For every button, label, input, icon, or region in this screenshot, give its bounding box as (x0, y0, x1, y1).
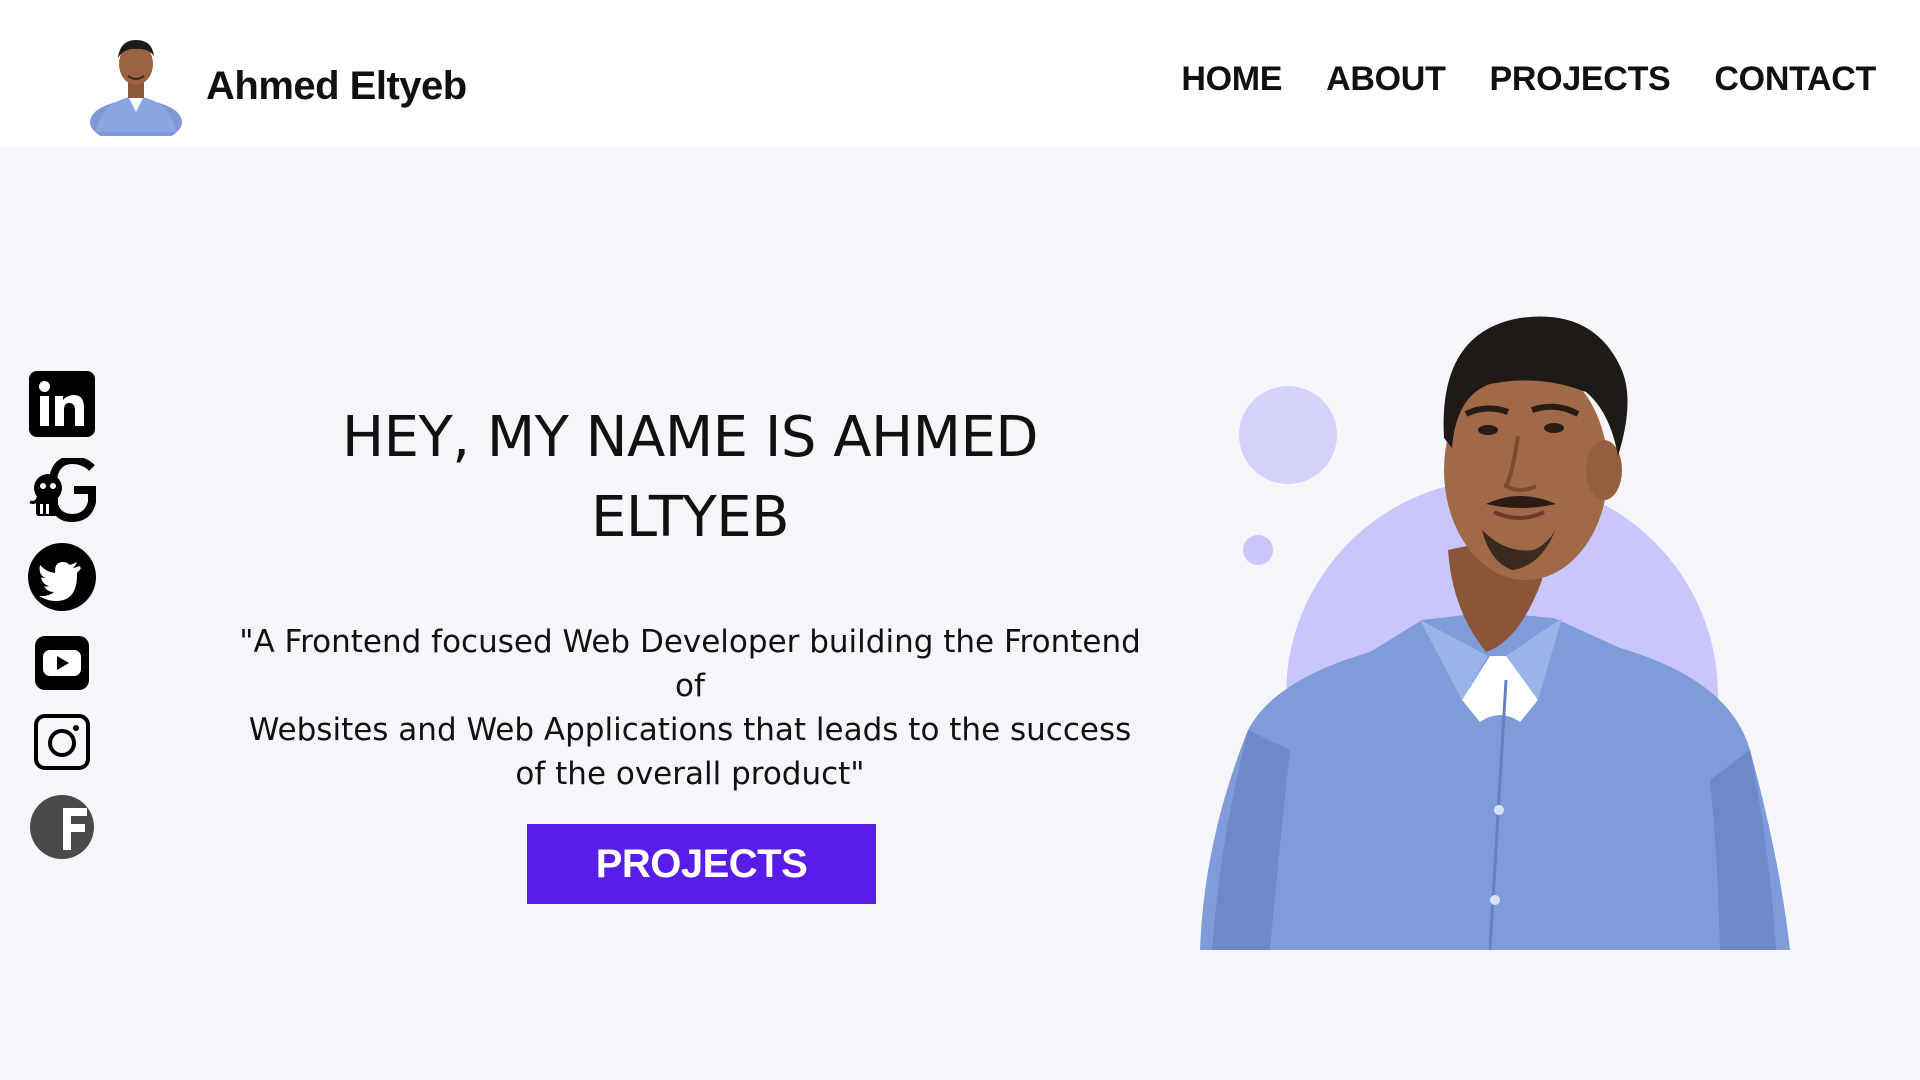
linkedin-link[interactable] (26, 368, 98, 440)
hero-title-line-1: HEY, MY NAME IS AHMED (342, 405, 1038, 470)
twitter-icon (28, 543, 96, 611)
decor-circle-large (1239, 386, 1337, 484)
projects-button[interactable]: PROJECTS (527, 824, 876, 904)
freecodecamp-link[interactable] (26, 791, 98, 863)
nav-about[interactable]: ABOUT (1326, 60, 1446, 99)
twitter-link[interactable] (26, 541, 98, 613)
hero-title-line-2: ELTYEB (590, 485, 790, 550)
github-icon (29, 458, 96, 522)
brand-avatar[interactable] (88, 24, 184, 144)
youtube-icon (35, 636, 89, 690)
brand-name[interactable]: Ahmed Eltyeb (206, 64, 467, 109)
hero-title: HEY, MY NAME IS AHMED ELTYEB (250, 398, 1130, 558)
instagram-icon (34, 714, 90, 770)
youtube-link[interactable] (26, 627, 98, 699)
nav-projects[interactable]: PROJECTS (1490, 60, 1671, 99)
nav-home[interactable]: HOME (1181, 60, 1282, 99)
nav-contact[interactable]: CONTACT (1714, 60, 1876, 99)
site-header: Ahmed Eltyeb HOME ABOUT PROJECTS CONTACT (0, 0, 1920, 147)
hero-quote-line-3: of the overall product" (515, 756, 865, 792)
freecodecamp-icon (30, 795, 94, 859)
decor-circle-small (1243, 535, 1273, 565)
instagram-link[interactable] (26, 706, 98, 778)
hero-quote: "A Frontend focused Web Developer buildi… (220, 620, 1160, 796)
linkedin-icon (29, 371, 95, 437)
hero-portrait (1190, 280, 1830, 951)
hero-quote-line-1: "A Frontend focused Web Developer buildi… (239, 624, 1141, 704)
github-link[interactable] (26, 454, 98, 526)
main-nav: HOME ABOUT PROJECTS CONTACT (1181, 60, 1876, 99)
hero-quote-line-2: Websites and Web Applications that leads… (248, 712, 1132, 748)
